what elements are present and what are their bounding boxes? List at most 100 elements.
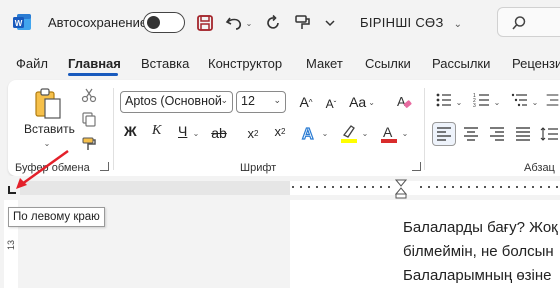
underline-dropdown-icon[interactable]: ⌄	[191, 128, 201, 138]
chevron-down-icon: ⌄	[453, 19, 463, 30]
font-color-icon[interactable]: A	[378, 122, 400, 144]
svg-text:W: W	[15, 19, 23, 28]
clipboard-launcher-icon[interactable]	[100, 162, 109, 171]
highlight-icon[interactable]	[338, 122, 360, 144]
tab-mailings[interactable]: Рассылки	[432, 56, 490, 71]
grow-font-icon[interactable]: A ^	[295, 92, 317, 112]
ruler-tick	[364, 186, 366, 188]
tab-design[interactable]: Конструктор	[208, 56, 282, 71]
ruler-tick	[388, 186, 390, 188]
ruler-tick	[436, 186, 438, 188]
cut-icon[interactable]	[80, 86, 98, 104]
font-color-dropdown-icon[interactable]: ⌄	[400, 128, 410, 138]
search-box[interactable]	[497, 7, 560, 37]
ruler-tick	[308, 186, 310, 188]
ruler-tick	[380, 186, 382, 188]
highlight-dropdown-icon[interactable]: ⌄	[360, 128, 370, 138]
search-icon	[512, 16, 526, 30]
font-group-label: Шрифт	[240, 162, 277, 174]
superscript-icon[interactable]: x2	[272, 122, 288, 140]
line-spacing-icon[interactable]	[540, 124, 560, 144]
text-effects-icon[interactable]: A	[298, 122, 320, 144]
tab-home[interactable]: Главная	[68, 56, 121, 71]
tab-layout[interactable]: Макет	[306, 56, 343, 71]
ruler-tick	[516, 186, 518, 188]
customize-qat-icon[interactable]	[319, 12, 341, 34]
ruler-tick	[356, 186, 358, 188]
font-size-combo[interactable]: 12 ⌄	[236, 91, 286, 113]
ruler-tick	[372, 186, 374, 188]
bullets-dropdown-icon[interactable]: ⌄	[454, 97, 464, 107]
format-painter-qat-icon[interactable]	[292, 12, 314, 34]
document-title[interactable]: БІРІНШІ СӨЗ ⌄	[360, 15, 462, 30]
indent-marker-icon[interactable]	[395, 179, 407, 199]
document-title-text: БІРІНШІ СӨЗ	[360, 15, 444, 30]
paste-dropdown-icon[interactable]: ⌄	[41, 138, 53, 148]
svg-text:A: A	[302, 126, 314, 143]
ruler-tick	[532, 186, 534, 188]
annotation-arrow-icon	[16, 149, 69, 189]
font-launcher-icon[interactable]	[412, 162, 421, 171]
document-line[interactable]: Балаларымның өзіне	[403, 267, 552, 284]
align-center-icon[interactable]	[460, 124, 482, 144]
format-painter-icon[interactable]	[80, 135, 98, 153]
autosave-toggle[interactable]	[143, 12, 185, 33]
active-tab-indicator	[68, 73, 118, 76]
copy-icon[interactable]	[80, 110, 98, 128]
multilevel-list-icon[interactable]	[510, 90, 530, 110]
ruler-tick	[420, 186, 422, 188]
ruler-tick	[300, 186, 302, 188]
ruler-tick	[332, 186, 334, 188]
ruler-tick	[444, 186, 446, 188]
ruler-tick	[556, 186, 558, 188]
paste-icon[interactable]	[30, 86, 66, 122]
document-line[interactable]: Балаларды бағу? Жоқ	[403, 219, 558, 236]
font-name-combo[interactable]: Aptos (Основной ⌄	[120, 91, 233, 113]
bold-button[interactable]: Ж	[124, 123, 137, 139]
strikethrough-icon[interactable]: ab	[211, 124, 227, 142]
paste-label[interactable]: Вставить	[24, 122, 75, 136]
word-logo-icon[interactable]: W	[12, 12, 32, 32]
decrease-indent-icon[interactable]	[545, 90, 560, 110]
ruler-tick	[340, 186, 342, 188]
ruler-tick	[476, 186, 478, 188]
tab-file[interactable]: Файл	[16, 56, 48, 71]
tab-references[interactable]: Ссылки	[365, 56, 411, 71]
tab-insert[interactable]: Вставка	[141, 56, 189, 71]
ruler-tick	[500, 186, 502, 188]
italic-button[interactable]: К	[152, 123, 161, 139]
ruler-tick	[508, 186, 510, 188]
group-divider	[424, 88, 425, 170]
ruler-tick	[524, 186, 526, 188]
chevron-down-icon: ⌄	[220, 95, 228, 105]
numbering-icon[interactable]: 123	[472, 90, 492, 110]
ruler-tick	[540, 186, 542, 188]
change-case-icon[interactable]: Aa ⌄	[349, 92, 375, 112]
svg-text:A: A	[383, 124, 393, 140]
justify-icon[interactable]	[512, 124, 534, 144]
document-line[interactable]: білмеймін, не болсын	[403, 243, 554, 260]
tooltip: По левому краю	[8, 207, 105, 227]
text-effects-dropdown-icon[interactable]: ⌄	[320, 128, 330, 138]
underline-button[interactable]: Ч	[178, 123, 187, 139]
shrink-font-icon[interactable]: Aˇ	[320, 94, 342, 114]
numbering-dropdown-icon[interactable]: ⌄	[492, 97, 502, 107]
font-name-value: Aptos (Основной	[125, 94, 222, 108]
multilevel-dropdown-icon[interactable]: ⌄	[530, 97, 540, 107]
align-right-icon[interactable]	[486, 124, 508, 144]
horizontal-ruler[interactable]	[290, 181, 560, 195]
undo-dropdown-icon[interactable]: ⌄	[243, 12, 255, 34]
align-left-button[interactable]	[432, 122, 456, 146]
toggle-knob	[147, 15, 160, 29]
redo-icon[interactable]	[262, 12, 284, 34]
clear-formatting-icon[interactable]: A	[394, 92, 414, 112]
tab-review[interactable]: Рецензи	[512, 56, 560, 71]
ruler-tick	[492, 186, 494, 188]
font-size-value: 12	[241, 94, 255, 108]
save-icon[interactable]	[194, 12, 216, 34]
bullets-icon[interactable]	[434, 90, 454, 110]
ruler-tick	[452, 186, 454, 188]
subscript-icon[interactable]: x2	[245, 124, 261, 142]
svg-text:A: A	[397, 94, 406, 109]
ruler-tick	[468, 186, 470, 188]
